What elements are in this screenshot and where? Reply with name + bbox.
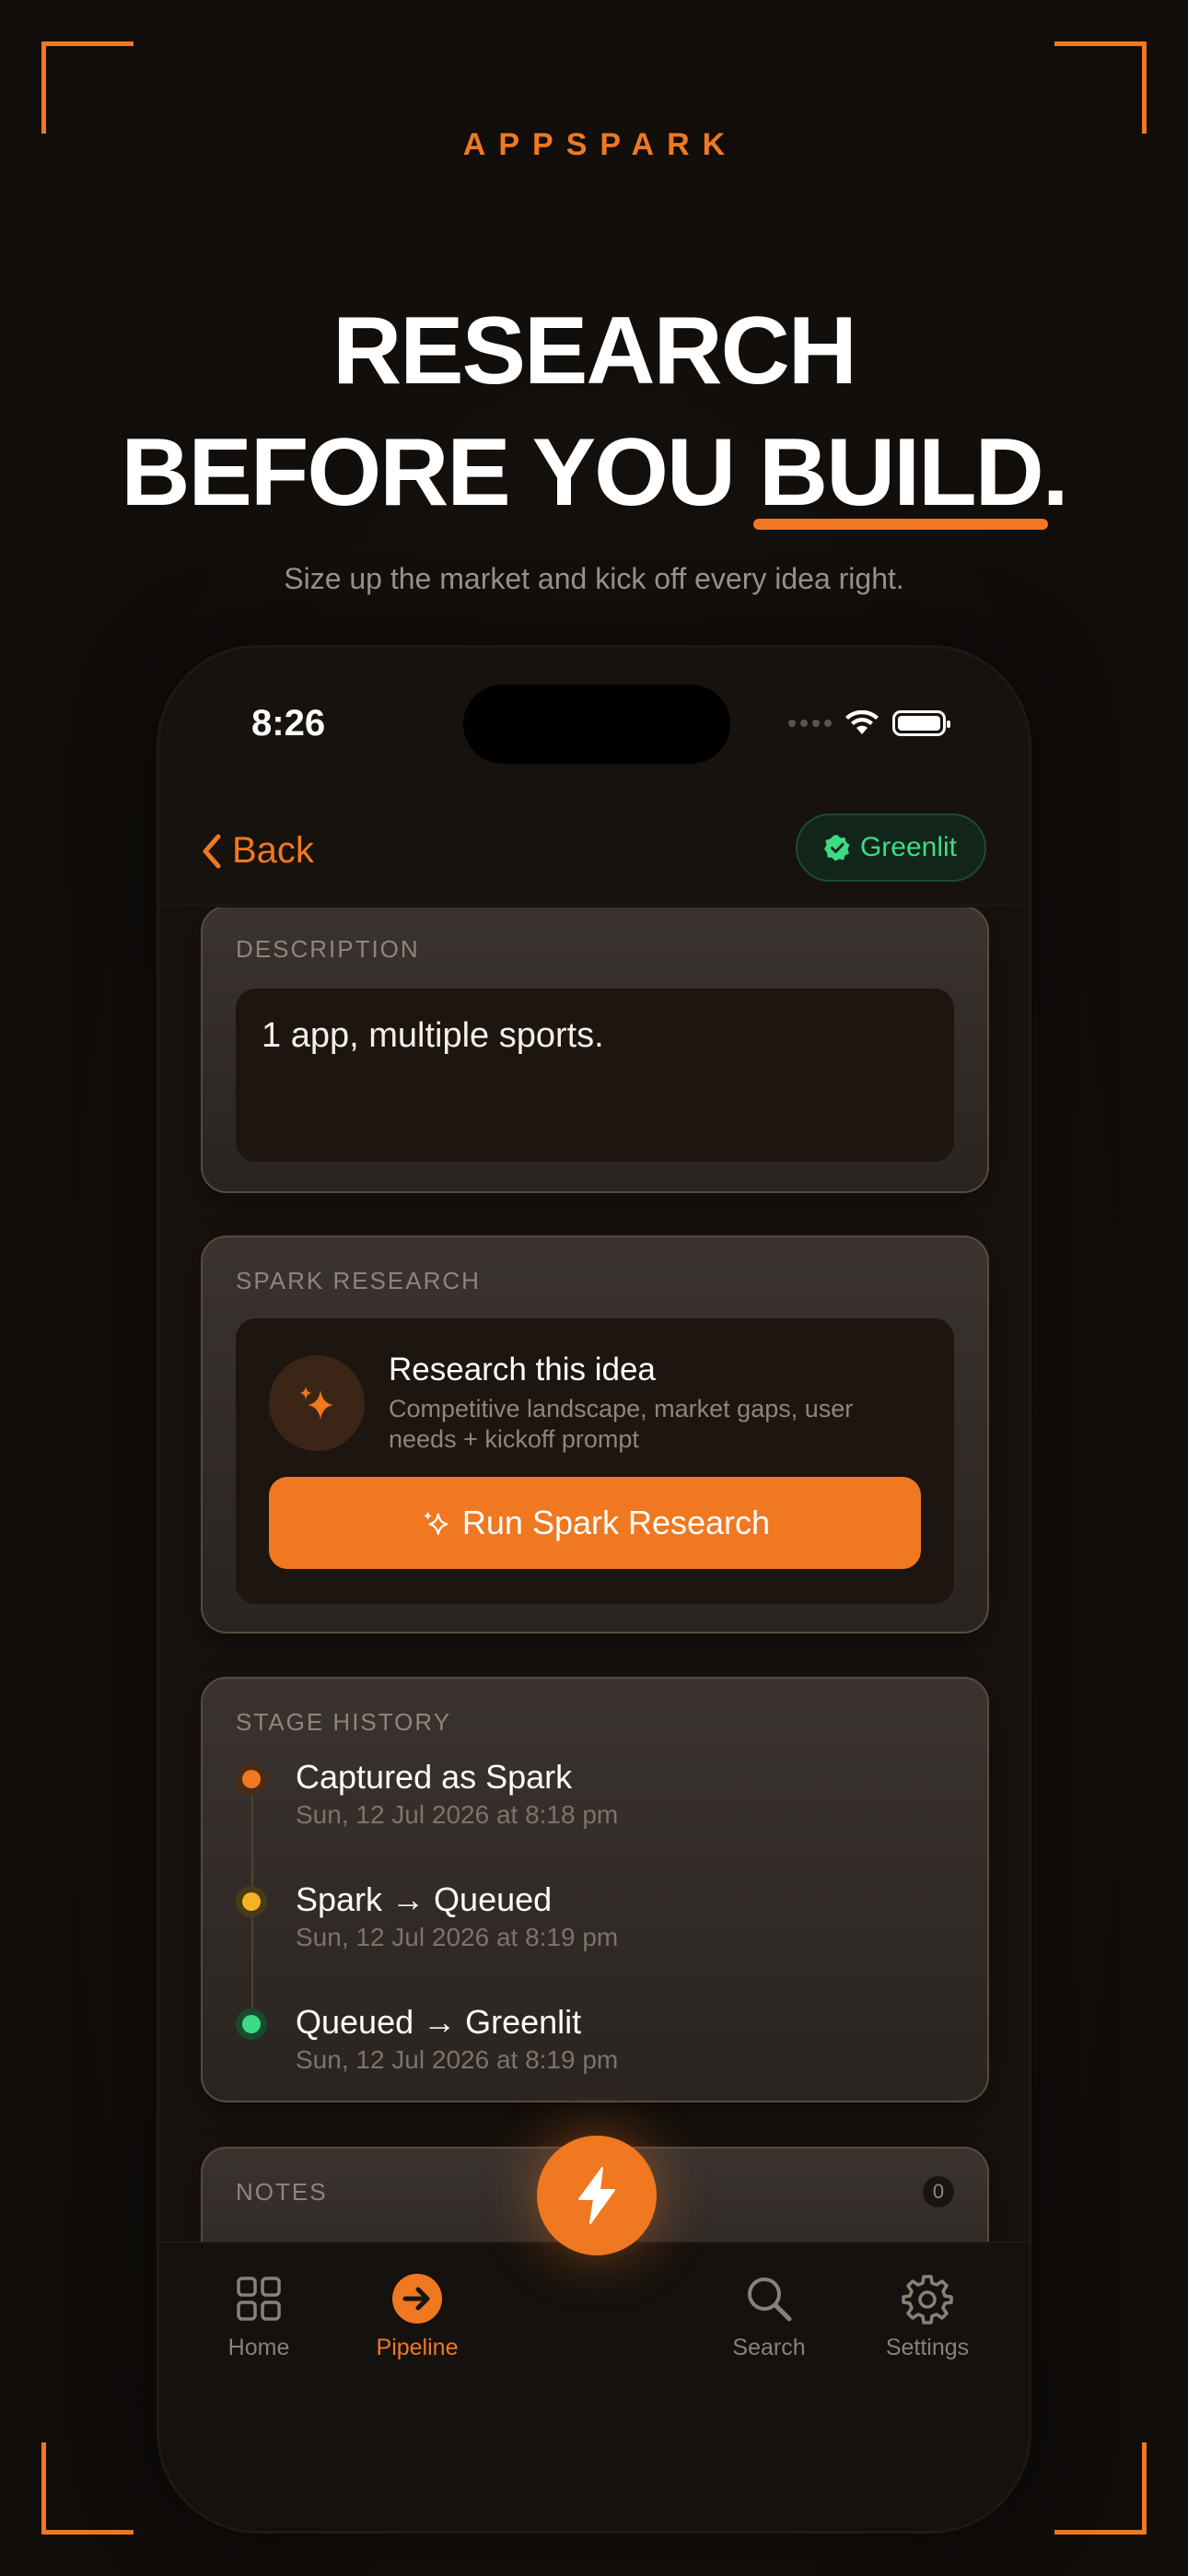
description-label: DESCRIPTION: [236, 935, 420, 963]
spark-research-card: SPARK RESEARCH Research this idea Compet…: [201, 1235, 989, 1633]
sparkles-icon: [424, 1511, 448, 1535]
battery-icon: [892, 710, 950, 736]
gear-icon: [854, 2270, 1001, 2327]
chevron-left-icon: [203, 834, 221, 868]
phone-frame: 8:26 Back Greenlit DESCRIPTION 1 app, mu…: [157, 645, 1031, 2534]
tab-label: Search: [732, 2335, 806, 2360]
dynamic-island: [463, 685, 730, 764]
grid-icon: [185, 2270, 332, 2327]
headline-line-2-suffix: .: [1042, 419, 1069, 526]
history-event-title: Spark → Queued: [296, 1880, 553, 1918]
run-spark-research-label: Run Spark Research: [461, 1504, 771, 1541]
search-icon: [695, 2270, 843, 2327]
description-card: DESCRIPTION 1 app, multiple sports.: [201, 907, 989, 1193]
back-label: Back: [232, 830, 314, 871]
notes-count-badge: 0: [923, 2176, 954, 2207]
history-event-title: Captured as Spark: [296, 1758, 573, 1796]
corner-bracket-top-right: [1054, 41, 1147, 134]
corner-bracket-bottom-right: [1054, 2442, 1147, 2535]
run-spark-research-button[interactable]: Run Spark Research: [269, 1477, 921, 1569]
corner-bracket-bottom-left: [41, 2442, 134, 2535]
spark-research-label: SPARK RESEARCH: [236, 1267, 481, 1294]
subtitle: Size up the market and kick off every id…: [284, 562, 904, 595]
research-description: Competitive landscape, market gaps, user…: [389, 1395, 854, 1453]
headline-line-2: BEFORE YOU BUILD.: [0, 412, 1188, 533]
headline-line-1: RESEARCH: [332, 298, 857, 404]
history-event-date: Sun, 12 Jul 2026 at 8:18 pm: [296, 1800, 619, 1829]
stage-dot-orange: [236, 1763, 267, 1795]
arrow-circle-icon: [344, 2270, 491, 2327]
stage-dot-yellow: [236, 1886, 267, 1917]
description-text: 1 app, multiple sports.: [262, 1016, 604, 1055]
history-event-title: Queued → Greenlit: [296, 2003, 582, 2041]
tab-label: Settings: [885, 2335, 970, 2360]
tab-search[interactable]: Search: [695, 2270, 843, 2361]
verified-check-icon: [823, 835, 850, 861]
tab-settings[interactable]: Settings: [854, 2270, 1001, 2361]
status-badge[interactable]: Greenlit: [795, 814, 986, 882]
wifi-icon: [845, 710, 879, 734]
stage-history-label: STAGE HISTORY: [236, 1708, 452, 1736]
history-event-date: Sun, 12 Jul 2026 at 8:19 pm: [296, 2045, 619, 2074]
headline: RESEARCH BEFORE YOU BUILD.: [0, 290, 1188, 533]
history-event-date: Sun, 12 Jul 2026 at 8:19 pm: [296, 1923, 619, 1951]
status-time: 8:26: [251, 703, 326, 744]
status-badge-label: Greenlit: [859, 832, 957, 862]
lightning-bolt-icon: [578, 2167, 615, 2224]
tab-pipeline[interactable]: Pipeline: [344, 2270, 491, 2361]
tab-bar: Home Pipeline Search Settings: [159, 2242, 1029, 2531]
brand-wordmark: APPSPARK: [462, 127, 739, 162]
status-icons: [788, 710, 950, 736]
back-button[interactable]: Back: [201, 830, 314, 872]
headline-line-2-prefix: BEFORE YOU: [121, 419, 759, 526]
stage-dot-green: [236, 2008, 267, 2040]
marketing-page: APPSPARK RESEARCH BEFORE YOU BUILD. Size…: [0, 0, 1188, 2576]
quick-capture-button[interactable]: [537, 2136, 657, 2255]
sparkles-icon: [269, 1355, 365, 1451]
detail-scroll-area[interactable]: DESCRIPTION 1 app, multiple sports. SPAR…: [159, 907, 1029, 2242]
signal-icon: [788, 720, 832, 727]
corner-bracket-top-left: [41, 41, 134, 134]
description-field[interactable]: 1 app, multiple sports.: [236, 989, 954, 1162]
tab-label: Home: [227, 2335, 290, 2360]
research-title: Research this idea: [389, 1352, 656, 1388]
tab-home[interactable]: Home: [185, 2270, 332, 2361]
notes-label: NOTES: [236, 2178, 328, 2206]
stage-history-card: STAGE HISTORY Captured as Spark Sun, 12 …: [201, 1677, 989, 2102]
headline-accent-word: BUILD: [753, 412, 1048, 533]
tab-label: Pipeline: [376, 2335, 459, 2360]
research-panel: Research this idea Competitive landscape…: [236, 1318, 954, 1604]
nav-bar: Back Greenlit: [159, 804, 1029, 906]
